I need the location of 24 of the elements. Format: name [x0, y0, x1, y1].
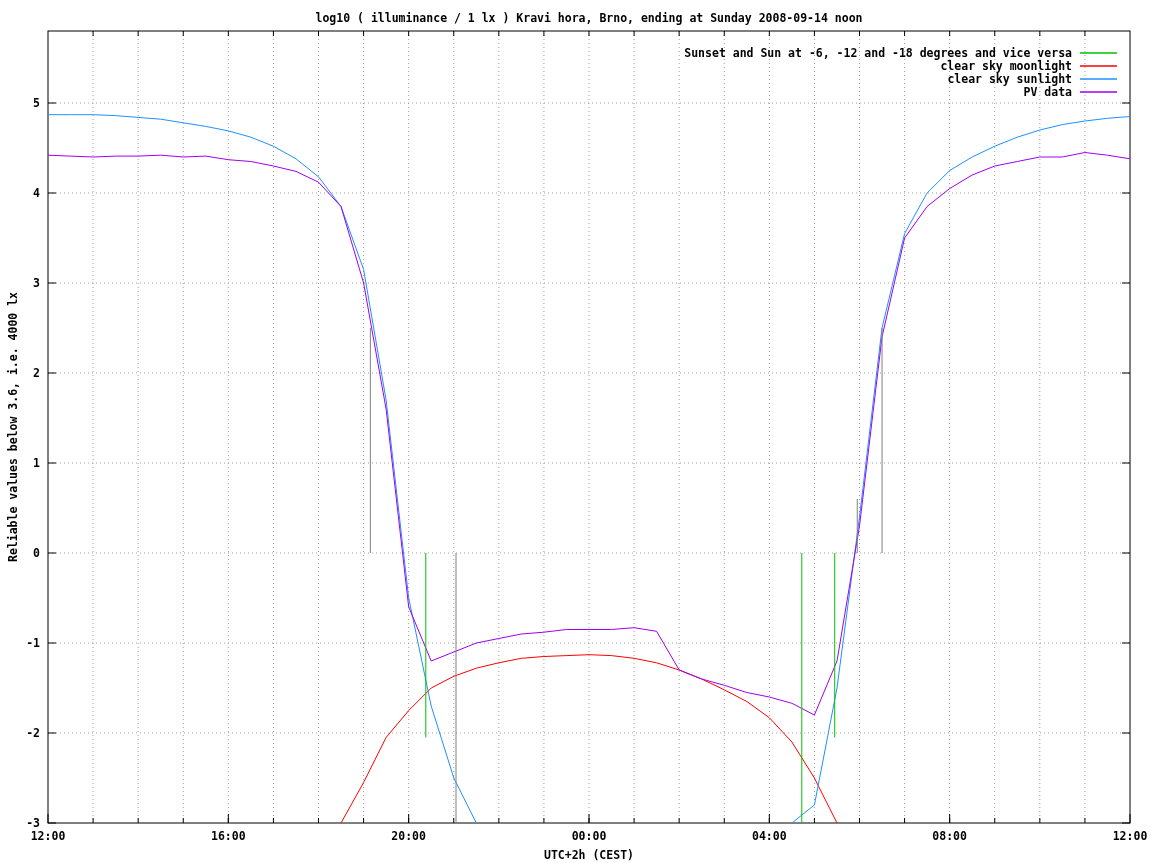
y-axis-label: Reliable values below 3.6, i.e. 4000 lx	[6, 292, 20, 562]
y-tick-label: -1	[26, 636, 40, 650]
y-tick-label: 0	[33, 546, 40, 560]
y-tick-label: -2	[26, 726, 40, 740]
x-tick-label: 04:00	[752, 829, 787, 843]
legend-label: clear sky sunlight	[947, 72, 1072, 86]
y-tick-label: 2	[33, 366, 40, 380]
x-tick-label: 12:00	[1112, 829, 1148, 843]
legend-label: Sunset and Sun at -6, -12 and -18 degrees and vice versa	[684, 46, 1072, 60]
y-tick-label: 1	[33, 456, 40, 470]
y-tick-label: 5	[33, 96, 40, 110]
chart-title: log10 ( illuminance / 1 lx ) Kravi hora, Brno, ending at Sunday 2008-09-14 noon	[315, 11, 863, 25]
y-tick-label: 3	[33, 276, 40, 290]
legend-label: clear sky moonlight	[940, 59, 1072, 73]
x-tick-label: 00:00	[571, 829, 607, 843]
x-tick-label: 12:00	[30, 829, 66, 843]
x-tick-label: 08:00	[932, 829, 967, 843]
x-axis-label: UTC+2h (CEST)	[544, 848, 634, 862]
twilight-marker-line	[856, 498, 858, 554]
legend-label: PV data	[1023, 85, 1072, 99]
y-tick-label: 4	[33, 186, 40, 200]
y-tick-label: -3	[26, 816, 40, 830]
x-tick-label: 16:00	[211, 829, 246, 843]
x-tick-label: 20:00	[391, 829, 426, 843]
